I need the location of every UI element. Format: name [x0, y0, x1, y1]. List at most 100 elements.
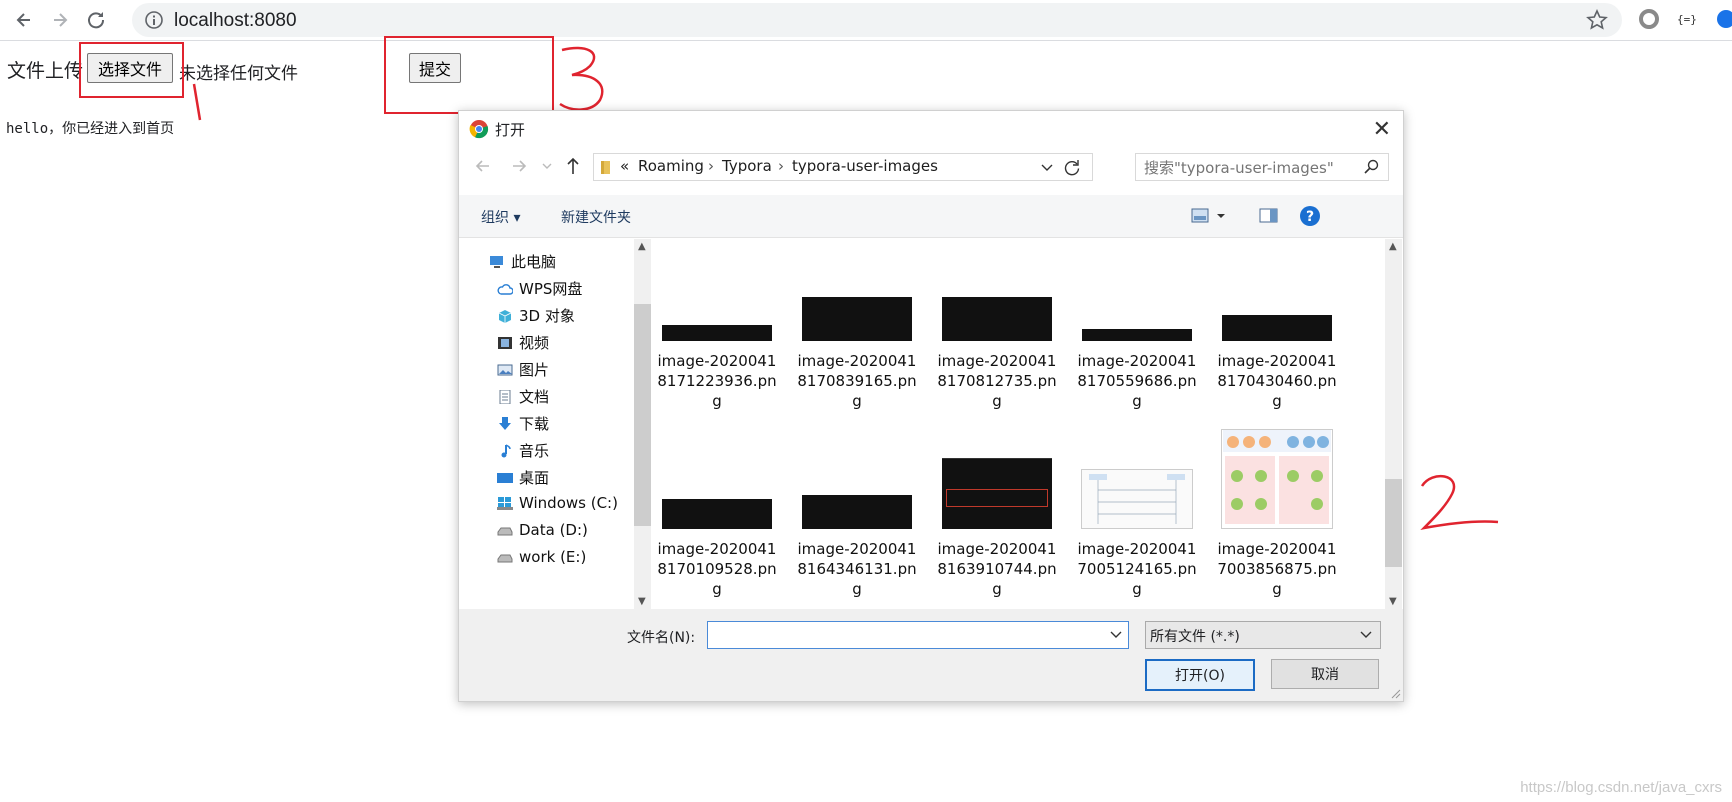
- nav-item-desktop[interactable]: 桌面: [497, 467, 549, 488]
- file-name: image-20200418163910744.png: [937, 540, 1057, 598]
- file-item[interactable]: image-20200418170839165.png: [794, 271, 920, 411]
- file-thumbnail: [942, 458, 1052, 529]
- cube-icon: [498, 309, 512, 323]
- nav-label: 文档: [519, 388, 550, 406]
- file-item[interactable]: image-20200418170430460.png: [1214, 271, 1340, 411]
- chevron-down-icon[interactable]: [1110, 630, 1122, 640]
- view-options-icon[interactable]: [1191, 207, 1227, 225]
- annotation-mark-3: 3: [559, 46, 604, 111]
- file-item-selected[interactable]: image-20200417003856875.png: [1214, 429, 1340, 599]
- file-name: image-20200418164346131.png: [797, 540, 917, 598]
- breadcrumb-typora-user-images[interactable]: typora-user-images: [792, 157, 938, 175]
- filename-input[interactable]: [707, 621, 1129, 649]
- scroll-down-icon[interactable]: ▼: [638, 596, 646, 607]
- nav-item-drive-c[interactable]: Windows (C:): [497, 494, 618, 512]
- nav-item-drive-e[interactable]: work (E:): [497, 548, 586, 566]
- arrow-left-icon: [16, 13, 30, 27]
- download-icon: [499, 416, 511, 430]
- file-name: image-20200417003856875.png: [1217, 540, 1337, 598]
- search-input[interactable]: [1142, 156, 1356, 180]
- nav-item-downloads[interactable]: 下载: [497, 413, 549, 434]
- svg-text:2: 2: [1418, 471, 1419, 473]
- chevron-down-icon[interactable]: [1360, 630, 1372, 640]
- file-item[interactable]: image-20200418170812735.png: [934, 271, 1060, 411]
- filetype-select[interactable]: 所有文件 (*.*): [1145, 621, 1381, 649]
- nav-item-wps-cloud[interactable]: WPS网盘: [497, 278, 582, 299]
- back-button[interactable]: [10, 6, 38, 34]
- file-name: image-20200418170430460.png: [1217, 352, 1337, 410]
- nav-item-3d-objects[interactable]: 3D 对象: [497, 305, 575, 326]
- nav-item-videos[interactable]: 视频: [497, 332, 549, 353]
- nav-item-music[interactable]: 音乐: [497, 440, 549, 461]
- drive-icon: [497, 554, 513, 563]
- picture-icon: [497, 364, 513, 375]
- file-name: image-20200418171223936.png: [657, 352, 777, 410]
- video-icon: [498, 336, 512, 349]
- chevron-down-icon[interactable]: [1040, 162, 1054, 174]
- nav-item-pictures[interactable]: 图片: [497, 359, 549, 380]
- organize-menu[interactable]: 组织 ▾: [481, 207, 520, 227]
- recent-dropdown-icon[interactable]: [541, 159, 553, 173]
- file-item[interactable]: image-20200418163910744.png: [934, 458, 1060, 599]
- file-item[interactable]: image-20200418170559686.png: [1074, 271, 1200, 411]
- file-name: image-20200417005124165.png: [1077, 540, 1197, 598]
- nav-label: 此电脑: [511, 253, 557, 271]
- nav-item-documents[interactable]: 文档: [497, 386, 549, 407]
- nav-item-drive-d[interactable]: Data (D:): [497, 521, 588, 539]
- file-item[interactable]: image-20200418171223936.png: [654, 271, 780, 411]
- cancel-button[interactable]: 取消: [1271, 659, 1379, 689]
- scroll-up-icon[interactable]: ▲: [1389, 241, 1397, 252]
- file-item[interactable]: image-20200417005124165.png: [1074, 459, 1200, 599]
- nav-item-this-pc[interactable]: 此电脑: [489, 251, 556, 272]
- account-extension-icon[interactable]: [1716, 8, 1732, 30]
- file-thumbnail: [662, 325, 772, 341]
- forward-arrow-icon[interactable]: [509, 157, 529, 175]
- nav-label: 桌面: [519, 469, 550, 487]
- breadcrumb-overflow[interactable]: «: [620, 157, 629, 175]
- search-icon[interactable]: [1364, 159, 1380, 175]
- file-item[interactable]: image-20200418164346131.png: [794, 459, 920, 599]
- back-arrow-icon[interactable]: [473, 157, 493, 175]
- nav-scrollbar-thumb[interactable]: [634, 304, 651, 526]
- navigation-pane: 此电脑 WPS网盘 3D 对象 视频 图片 文档 下载 音乐 桌面 Window…: [459, 239, 634, 609]
- new-folder-button[interactable]: 新建文件夹: [561, 207, 631, 227]
- nav-label: 音乐: [519, 442, 550, 460]
- file-thumbnail: [1081, 469, 1193, 529]
- info-icon[interactable]: [144, 10, 164, 30]
- up-arrow-icon[interactable]: [565, 156, 581, 176]
- nav-label: 下载: [519, 415, 550, 433]
- dialog-footer: 文件名(N): 所有文件 (*.*) 打开(O) 取消: [459, 609, 1403, 701]
- breadcrumb-typora[interactable]: Typora: [722, 157, 772, 175]
- search-field[interactable]: [1135, 153, 1389, 181]
- files-scrollbar-thumb[interactable]: [1385, 479, 1402, 567]
- arrow-right-icon: [54, 13, 68, 27]
- refresh-icon[interactable]: [1062, 158, 1082, 178]
- extension-ring-icon[interactable]: [1638, 8, 1660, 30]
- file-thumbnail: [1222, 315, 1332, 341]
- preview-pane-icon[interactable]: [1259, 207, 1279, 225]
- reload-button[interactable]: [82, 6, 110, 34]
- nav-label: 视频: [519, 334, 550, 352]
- file-item[interactable]: image-20200418170109528.png: [654, 459, 780, 599]
- path-breadcrumb[interactable]: « Roaming › Typora › typora-user-images: [593, 153, 1093, 181]
- bookmark-star-icon[interactable]: [1586, 9, 1608, 31]
- nav-label: WPS网盘: [519, 280, 583, 298]
- svg-text:{=}: {=}: [1677, 13, 1697, 26]
- address-bar[interactable]: localhost:8080: [132, 3, 1622, 37]
- nav-scrollbar[interactable]: ▲ ▼: [634, 239, 651, 609]
- url-text[interactable]: localhost:8080: [174, 10, 297, 32]
- svg-text:?: ?: [1306, 209, 1314, 225]
- breadcrumb-roaming[interactable]: Roaming: [638, 157, 704, 175]
- scroll-down-icon[interactable]: ▼: [1389, 596, 1397, 607]
- resize-grip-icon[interactable]: [1389, 687, 1401, 699]
- scroll-up-icon[interactable]: ▲: [638, 241, 646, 252]
- files-scrollbar[interactable]: ▲ ▼: [1385, 239, 1402, 609]
- close-icon[interactable]: ✕: [1373, 117, 1391, 142]
- json-extension-icon[interactable]: {=}: [1676, 8, 1700, 30]
- nav-label: 图片: [519, 361, 550, 379]
- drive-icon: [497, 527, 513, 536]
- help-icon[interactable]: ?: [1299, 205, 1321, 227]
- open-button[interactable]: 打开(O): [1145, 659, 1255, 691]
- forward-button[interactable]: [46, 6, 74, 34]
- chevron-right-icon: ›: [708, 157, 714, 175]
